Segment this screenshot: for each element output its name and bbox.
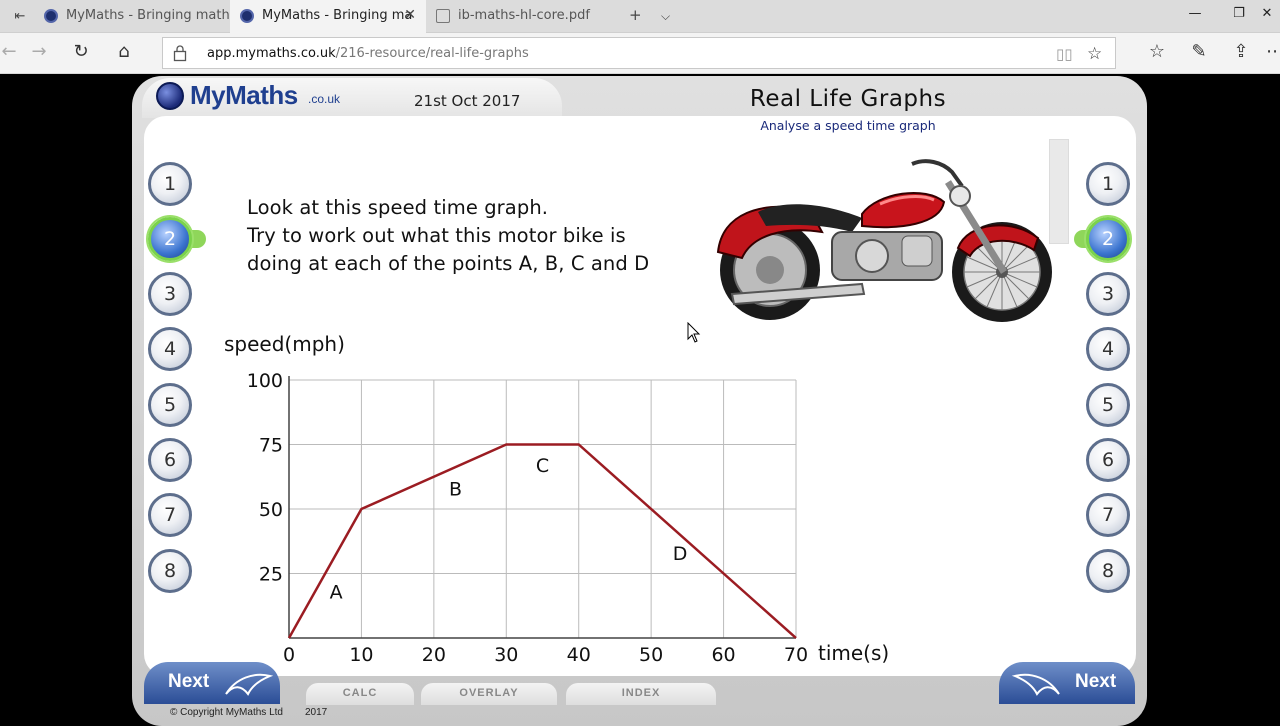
copyright-footer: © Copyright MyMaths Ltd 2017 — [170, 707, 327, 718]
favorite-star-icon[interactable]: ☆ — [1087, 44, 1102, 64]
point-label-B: B — [449, 478, 462, 500]
pdf-file-icon — [436, 9, 450, 23]
x-tick-label: 20 — [422, 644, 446, 666]
question-button-left-3[interactable]: 3 — [148, 272, 192, 316]
minimize-icon[interactable]: — — [1180, 6, 1210, 21]
speed-time-graph: speed(mph) time(s) 0 10 20 30 40 50 60 70 25 50 75… — [224, 332, 889, 666]
overlay-tab[interactable]: OVERLAY — [421, 683, 557, 705]
url-text: app.mymaths.co.uk/216-resource/real-life… — [207, 46, 529, 61]
page-subtitle: Analyse a speed time graph — [760, 118, 936, 133]
point-labels: A B C D — [330, 455, 688, 603]
question-button-left-1[interactable]: 1 — [148, 162, 192, 206]
question-button-right-6[interactable]: 6 — [1086, 438, 1130, 482]
back-icon[interactable]: ← — [0, 41, 22, 62]
browser-tab-1[interactable]: MyMaths - Bringing maths a — [34, 0, 230, 33]
tab-title: MyMaths - Bringing ma — [262, 8, 413, 23]
copyright-text: © Copyright MyMaths Ltd — [170, 707, 283, 718]
intro-line-3: doing at each of the points A, B, C and … — [247, 252, 650, 275]
next-button-right[interactable]: Next — [999, 662, 1135, 704]
copyright-year: 2017 — [304, 707, 328, 718]
mouse-cursor-icon — [687, 322, 701, 343]
y-tick-label: 75 — [259, 435, 283, 457]
intro-line-1: Look at this speed time graph. — [247, 196, 549, 219]
new-tab-icon[interactable]: + — [629, 6, 642, 24]
handlebar — [911, 159, 964, 188]
x-tick-label: 50 — [639, 644, 663, 666]
point-label-A: A — [330, 582, 343, 604]
question-button-left-8[interactable]: 8 — [148, 549, 192, 593]
x-tick-label: 60 — [711, 644, 735, 666]
y-axis-label: speed(mph) — [224, 332, 345, 356]
question-button-right-8[interactable]: 8 — [1086, 549, 1130, 593]
y-tick-label: 50 — [259, 499, 283, 521]
x-tick-label: 30 — [494, 644, 518, 666]
address-bar[interactable]: app.mymaths.co.uk/216-resource/real-life… — [162, 37, 1116, 69]
engine — [831, 231, 943, 281]
forward-icon[interactable]: → — [26, 41, 52, 62]
tab-title: ib-maths-hl-core.pdf — [458, 8, 590, 23]
intro-text: Look at this speed time graph. Try to wo… — [247, 194, 649, 278]
logo-text: MyMaths — [190, 80, 298, 110]
question-button-right-5[interactable]: 5 — [1086, 383, 1130, 427]
lesson-date: 21st Oct 2017 — [414, 92, 521, 110]
x-tick-label: 10 — [349, 644, 373, 666]
page-title: Real Life Graphs — [749, 86, 947, 112]
reading-view-icon[interactable]: ▯▯ — [1056, 45, 1073, 63]
y-tick-label: 25 — [259, 564, 283, 586]
point-label-C: C — [536, 455, 549, 477]
question-button-right-1[interactable]: 1 — [1086, 162, 1130, 206]
calc-tab[interactable]: CALC — [306, 683, 414, 705]
tab-title: MyMaths - Bringing maths a — [66, 8, 230, 23]
tab-actions-icon[interactable]: ⇤ — [10, 7, 30, 27]
home-icon[interactable]: ⌂ — [111, 41, 137, 62]
x-tick-label: 40 — [567, 644, 591, 666]
question-button-left-2[interactable]: 2 — [148, 217, 192, 261]
next-label: Next — [1075, 671, 1117, 692]
question-button-right-3[interactable]: 3 — [1086, 272, 1130, 316]
x-tick-label: 70 — [784, 644, 808, 666]
tab-list-chevron-icon[interactable]: ⌵ — [661, 9, 670, 24]
close-tab-icon[interactable]: ✕ — [404, 7, 416, 23]
restore-icon[interactable]: ❐ — [1224, 6, 1254, 21]
x-axis-label: time(s) — [818, 641, 889, 665]
point-label-D: D — [673, 543, 688, 565]
mymaths-favicon-icon — [44, 9, 58, 23]
question-button-right-7[interactable]: 7 — [1086, 493, 1130, 537]
mymaths-favicon-icon — [240, 9, 254, 23]
share-icon[interactable]: ⇪ — [1228, 41, 1254, 62]
browser-tab-2[interactable]: MyMaths - Bringing ma ✕ — [230, 0, 426, 33]
refresh-icon[interactable]: ↻ — [68, 41, 94, 62]
question-button-left-5[interactable]: 5 — [148, 383, 192, 427]
motorbike-illustration — [716, 159, 1052, 322]
logo-ball-icon — [156, 82, 184, 110]
intro-line-2: Try to work out what this motor bike is — [247, 224, 626, 247]
question-button-left-6[interactable]: 6 — [148, 438, 192, 482]
browser-tab-3[interactable]: ib-maths-hl-core.pdf — [426, 0, 622, 33]
y-tick-label: 100 — [247, 370, 283, 392]
next-arrow-icon — [1011, 673, 1060, 696]
more-icon[interactable]: ⋯ — [1262, 41, 1280, 62]
lock-icon — [173, 45, 187, 62]
next-arrow-icon — [225, 673, 274, 696]
question-button-left-4[interactable]: 4 — [148, 327, 192, 371]
browser-tab-bar: ⇤ MyMaths - Bringing maths a MyMaths - B… — [0, 0, 1280, 33]
logo-domain: .co.uk — [308, 92, 341, 106]
headlight — [949, 185, 971, 207]
index-tab[interactable]: INDEX — [566, 683, 716, 705]
browser-nav-bar: ← → ↻ ⌂ app.mymaths.co.uk/216-resource/r… — [0, 33, 1280, 74]
favorites-hub-icon[interactable]: ☆ — [1144, 41, 1170, 62]
question-button-left-7[interactable]: 7 — [148, 493, 192, 537]
web-note-icon[interactable]: ✎ — [1186, 41, 1212, 62]
x-tick-label: 0 — [283, 644, 295, 666]
next-button-left[interactable]: Next — [144, 662, 280, 704]
close-window-icon[interactable]: ✕ — [1252, 6, 1280, 21]
question-button-right-2[interactable]: 2 — [1086, 217, 1130, 261]
next-label: Next — [168, 671, 210, 692]
question-button-right-4[interactable]: 4 — [1086, 327, 1130, 371]
